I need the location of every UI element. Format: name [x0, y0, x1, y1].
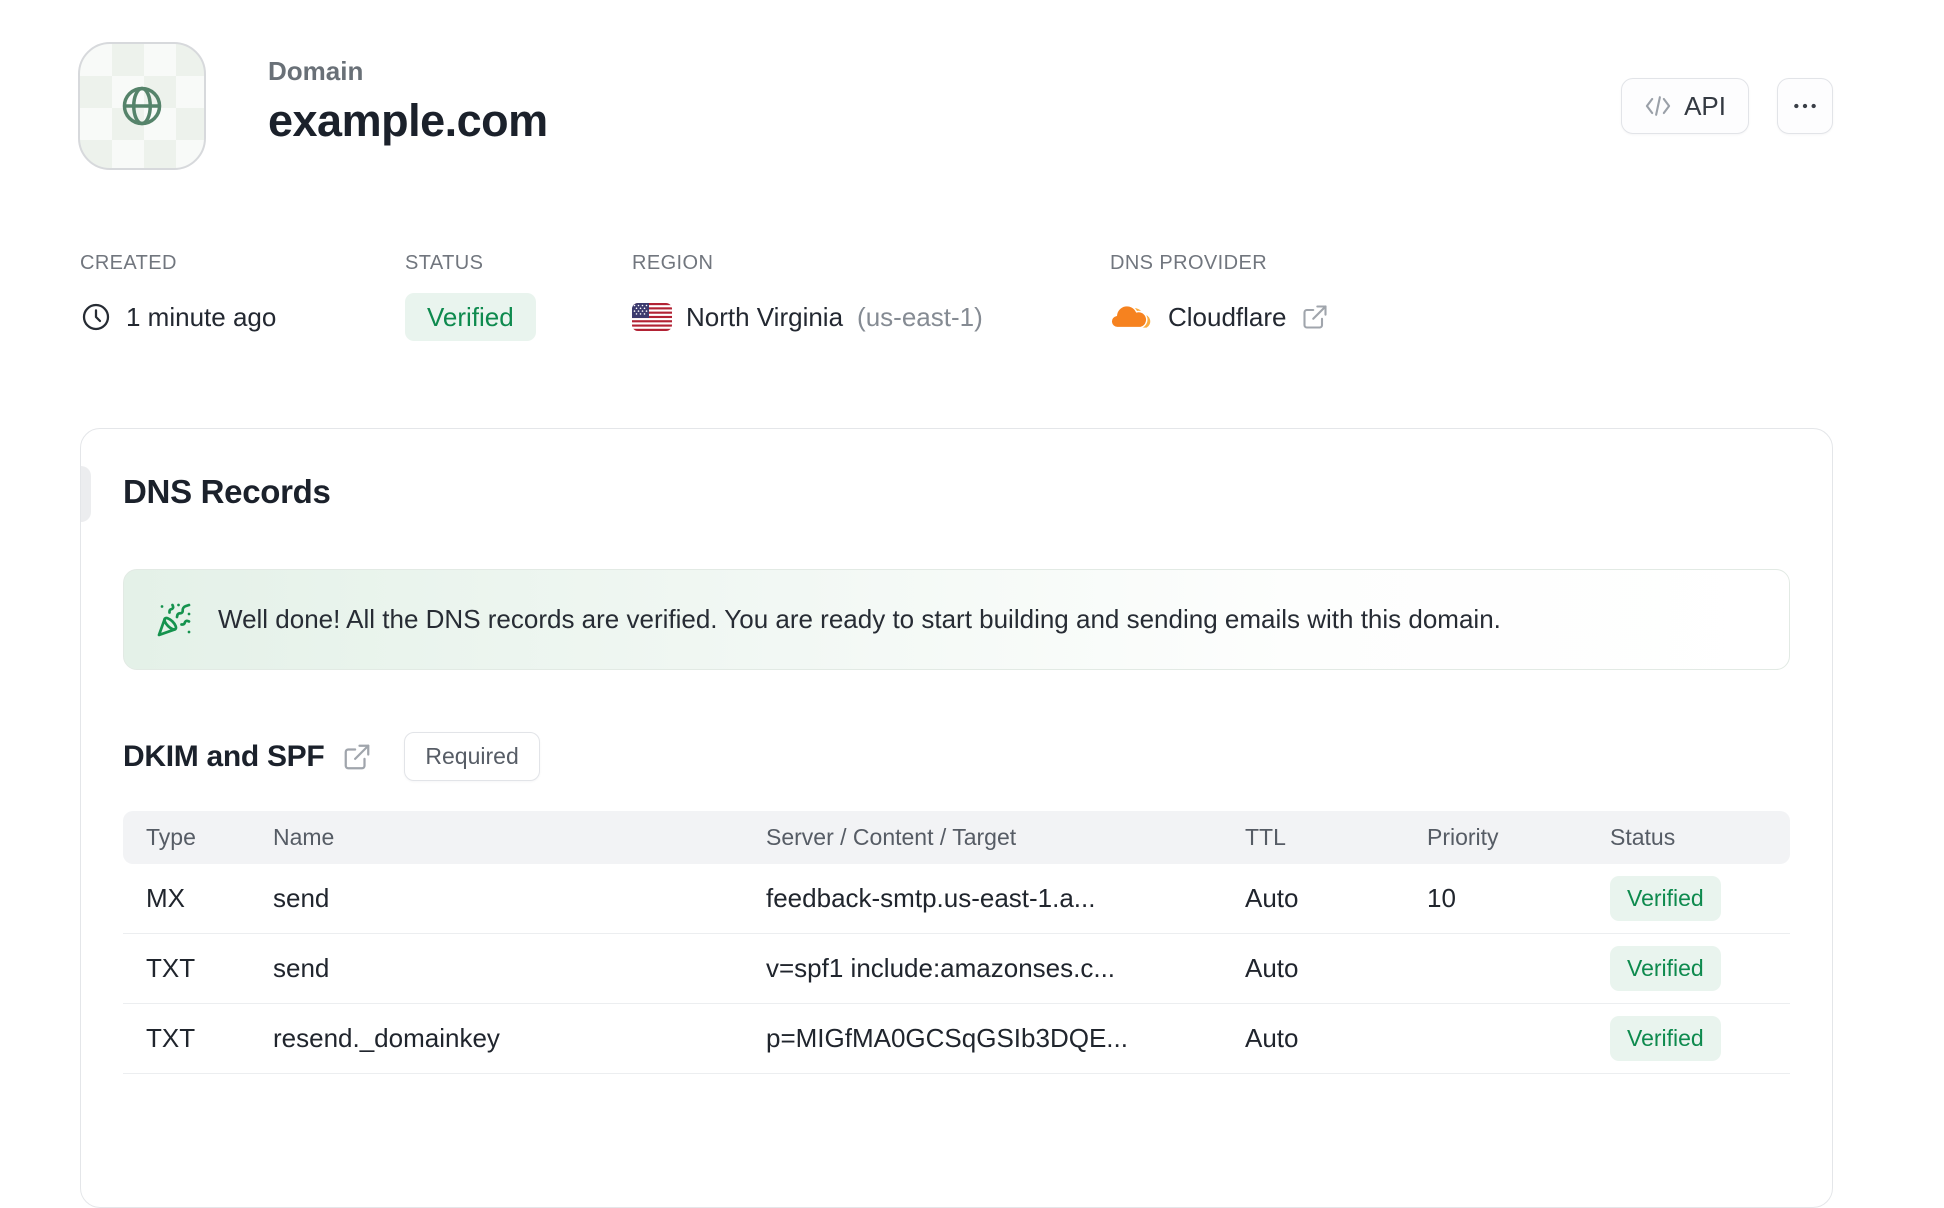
created-label: CREATED [80, 252, 177, 274]
record-name: send [273, 883, 330, 913]
required-badge: Required [404, 732, 540, 781]
record-status-badge: Verified [1610, 946, 1721, 991]
cloudflare-icon [1110, 302, 1154, 333]
meta-status: STATUS Verified [405, 252, 536, 341]
dkim-spf-section-header: DKIM and SPF Required [123, 732, 1790, 781]
record-ttl: Auto [1245, 883, 1299, 913]
status-label: STATUS [405, 252, 484, 274]
api-button[interactable]: API [1621, 78, 1749, 134]
page-title: example.com [268, 95, 548, 146]
created-value: 1 minute ago [126, 301, 277, 332]
record-status-badge: Verified [1610, 1016, 1721, 1061]
external-link-icon[interactable] [1301, 303, 1329, 331]
dns-records-title: DNS Records [123, 473, 331, 510]
meta-created: CREATED 1 minute ago [80, 252, 276, 341]
column-header-status: Status [1610, 824, 1676, 850]
record-name: send [273, 953, 330, 983]
column-header-type: Type [146, 824, 196, 850]
record-type: MX [146, 883, 185, 913]
success-banner-text: Well done! All the DNS records are verif… [218, 604, 1501, 634]
dns-records-card: DNS Records Well done! All the DNS recor… [80, 428, 1833, 1208]
more-options-button[interactable] [1777, 78, 1833, 134]
dns-provider-value: Cloudflare [1168, 301, 1287, 332]
column-header-name: Name [273, 824, 335, 850]
column-header-ttl: TTL [1245, 824, 1286, 850]
globe-icon [109, 73, 175, 139]
dns-records-table: Type Name Server / Content / Target TTL … [123, 811, 1790, 1074]
header-actions: API [1621, 78, 1833, 134]
clock-icon [80, 301, 112, 333]
us-flag-icon [632, 303, 672, 331]
record-ttl: Auto [1245, 1023, 1299, 1053]
status-badge: Verified [405, 293, 536, 341]
card-side-notch [81, 466, 91, 522]
region-code: (us-east-1) [857, 301, 983, 332]
record-priority: 10 [1427, 883, 1456, 913]
table-row[interactable]: TXT resend._domainkey p=MIGfMA0GCSqGSIb3… [123, 1004, 1790, 1074]
table-row[interactable]: TXT send v=spf1 include:amazonses.c... A… [123, 934, 1790, 1004]
record-type: TXT [146, 1023, 196, 1053]
record-content: v=spf1 include:amazonses.c... [766, 953, 1116, 983]
page-title-block: Domain example.com [268, 56, 548, 147]
meta-dns-provider: DNS PROVIDER Cloudflare [1110, 252, 1329, 341]
code-icon [1644, 92, 1672, 120]
ellipsis-icon [1792, 93, 1818, 119]
domain-avatar [78, 42, 206, 170]
table-row[interactable]: MX send feedback-smtp.us-east-1.a... Aut… [123, 864, 1790, 934]
party-popper-icon [156, 602, 192, 638]
api-button-label: API [1684, 90, 1726, 121]
domain-eyebrow: Domain [268, 56, 364, 86]
table-header-row: Type Name Server / Content / Target TTL … [123, 811, 1790, 864]
meta-region: REGION North Virginia (us-east-1) [632, 252, 983, 341]
record-content: feedback-smtp.us-east-1.a... [766, 883, 1096, 913]
dns-provider-label: DNS PROVIDER [1110, 252, 1268, 274]
record-name: resend._domainkey [273, 1023, 500, 1053]
column-header-content: Server / Content / Target [766, 824, 1017, 850]
region-value: North Virginia [686, 301, 844, 332]
dkim-spf-title: DKIM and SPF [123, 739, 325, 773]
external-link-icon[interactable] [342, 742, 372, 772]
record-status-badge: Verified [1610, 876, 1721, 921]
record-ttl: Auto [1245, 953, 1299, 983]
record-type: TXT [146, 953, 196, 983]
region-label: REGION [632, 252, 714, 274]
column-header-priority: Priority [1427, 824, 1499, 850]
success-banner: Well done! All the DNS records are verif… [123, 569, 1790, 670]
record-content: p=MIGfMA0GCSqGSIb3DQE... [766, 1023, 1128, 1053]
